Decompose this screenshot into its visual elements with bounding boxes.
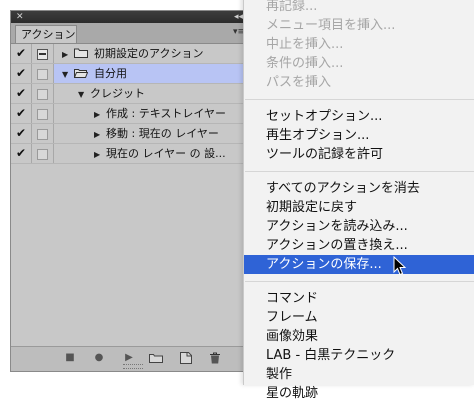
menu-separator: [245, 281, 474, 282]
dialog-toggle-icon: [37, 89, 48, 100]
panel-titlebar[interactable]: ✕ ◂◂: [11, 11, 249, 23]
record-icon[interactable]: ●: [92, 352, 106, 364]
action-row-label: 自分用: [94, 67, 127, 80]
dialog-toggle[interactable]: [31, 144, 54, 163]
actions-panel-menu: 再記録... メニュー項目を挿入... 中止を挿入... 条件の挿入... パスを挿入セ…: [243, 0, 474, 401]
close-icon[interactable]: ✕: [16, 11, 24, 23]
expanded-triangle-icon[interactable]: ▼: [78, 85, 90, 103]
action-row[interactable]: ✔ ▶ 作成 : テキストレイヤー: [11, 104, 249, 124]
dialog-toggle[interactable]: [31, 64, 54, 83]
menu-item[interactable]: セットオプション...: [244, 107, 474, 126]
toggle-checkmark-icon[interactable]: ✔: [11, 84, 32, 103]
expanded-triangle-icon[interactable]: ▼: [62, 65, 74, 83]
folder-icon: [74, 48, 88, 58]
dialog-toggle-icon: [37, 69, 48, 80]
dialog-toggle-icon: [37, 129, 48, 140]
menu-item[interactable]: 製作: [244, 365, 474, 384]
action-row-content[interactable]: ▼ クレジット: [54, 84, 249, 103]
action-row-label: クレジット: [90, 87, 145, 100]
action-row[interactable]: ✔ ▶ 初期設定のアクション: [11, 44, 249, 64]
new-action-icon[interactable]: [179, 352, 193, 364]
panel-tabbar: アクション ▾≡: [11, 23, 249, 44]
toggle-checkmark-icon[interactable]: ✔: [11, 64, 32, 83]
action-list: ✔ ▶ 初期設定のアクション ✔ ▼ 自分用 ✔ ▼ クレジット ✔ ▶ 作成 : テキストレイヤー ✔…: [11, 44, 249, 174]
action-row-content[interactable]: ▼ 自分用: [54, 64, 249, 83]
menu-item: 再記録...: [266, 0, 318, 14]
menu-item[interactable]: アクションの置き換え...: [244, 236, 474, 255]
action-row[interactable]: ✔ ▼ 自分用: [11, 64, 249, 84]
action-row[interactable]: ✔ ▼ クレジット: [11, 84, 249, 104]
toggle-checkmark-icon[interactable]: ✔: [11, 144, 32, 163]
menu-item: メニュー項目を挿入...: [266, 18, 396, 33]
action-row-content[interactable]: ▶ 現在の レイヤー の 設...: [54, 144, 249, 163]
collapse-icon[interactable]: ◂◂: [234, 11, 243, 23]
menu-separator: [245, 171, 474, 172]
action-row[interactable]: ✔ ▶ 現在の レイヤー の 設...: [11, 144, 249, 164]
resize-grip[interactable]: [123, 364, 143, 369]
dialog-toggle-icon: [37, 49, 48, 60]
collapsed-triangle-icon[interactable]: ▶: [94, 145, 106, 163]
toggle-checkmark-icon[interactable]: ✔: [11, 124, 32, 143]
panel-toolbar: ■ ● ▶: [11, 346, 249, 371]
menu-item[interactable]: 画像効果: [244, 327, 474, 346]
actions-panel: ✕ ◂◂ アクション ▾≡ ✔ ▶ 初期設定のアクション ✔ ▼ 自分用 ✔ ▼ クレジット ✔ ▶…: [10, 10, 250, 372]
new-set-icon[interactable]: [149, 352, 163, 364]
toggle-checkmark-icon[interactable]: ✔: [11, 44, 32, 63]
collapsed-triangle-icon[interactable]: ▶: [94, 105, 106, 123]
mouse-pointer-icon: [393, 256, 407, 276]
action-row-label: 現在の レイヤー の 設...: [106, 147, 226, 160]
dialog-toggle[interactable]: [31, 84, 54, 103]
action-row-label: 移動 : 現在の レイヤー: [106, 127, 219, 140]
dialog-toggle-icon: [37, 149, 48, 160]
menu-item[interactable]: 初期設定に戻す: [244, 198, 474, 217]
action-row-content[interactable]: ▶ 作成 : テキストレイヤー: [54, 104, 249, 123]
dialog-toggle-icon: [37, 109, 48, 120]
collapsed-triangle-icon[interactable]: ▶: [62, 45, 74, 63]
menu-item[interactable]: アクションの保存...: [244, 255, 474, 274]
dialog-toggle[interactable]: [31, 44, 54, 63]
action-row-content[interactable]: ▶ 初期設定のアクション: [54, 44, 249, 63]
action-row-label: 初期設定のアクション: [94, 47, 204, 60]
stop-icon[interactable]: ■: [63, 352, 77, 364]
dialog-toggle[interactable]: [31, 104, 54, 123]
trash-icon[interactable]: [208, 352, 222, 364]
action-row[interactable]: ✔ ▶ 移動 : 現在の レイヤー: [11, 124, 249, 144]
menu-item[interactable]: 星の軌跡: [244, 384, 474, 403]
dialog-toggle[interactable]: [31, 124, 54, 143]
menu-item: パスを挿入: [266, 75, 332, 90]
play-icon[interactable]: ▶: [122, 352, 136, 364]
menu-item[interactable]: ツールの記録を許可: [244, 145, 474, 164]
menu-item[interactable]: アクションを読み込み...: [244, 217, 474, 236]
action-row-content[interactable]: ▶ 移動 : 現在の レイヤー: [54, 124, 249, 143]
menu-separator: [245, 99, 474, 100]
menu-item[interactable]: LAB - 白黒テクニック: [244, 346, 474, 365]
open-folder-icon: [74, 69, 88, 78]
action-row-label: 作成 : テキストレイヤー: [106, 107, 227, 120]
list-empty-area: [11, 174, 249, 347]
menu-item: 中止を挿入...: [266, 37, 344, 52]
menu-item[interactable]: 再生オプション...: [244, 126, 474, 145]
menu-item[interactable]: フレーム: [244, 308, 474, 327]
menu-item: 条件の挿入...: [266, 56, 344, 71]
menu-item[interactable]: すべてのアクションを消去: [244, 179, 474, 198]
tab-actions[interactable]: アクション: [15, 25, 77, 43]
menu-item[interactable]: コマンド: [244, 289, 474, 308]
collapsed-triangle-icon[interactable]: ▶: [94, 125, 106, 143]
toggle-checkmark-icon[interactable]: ✔: [11, 104, 32, 123]
